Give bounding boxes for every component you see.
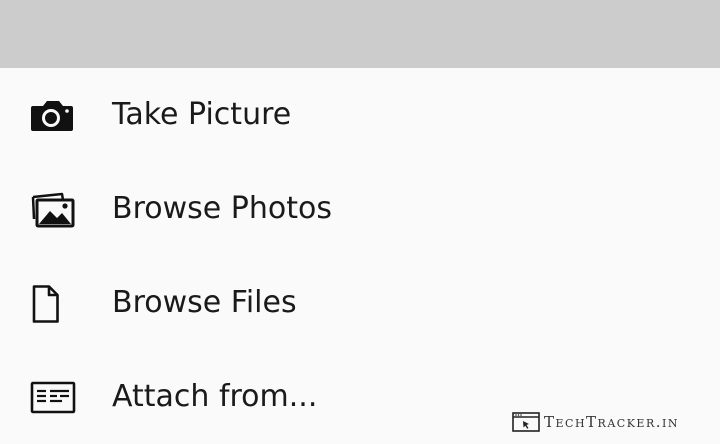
camera-icon (30, 97, 76, 135)
watermark: TechTracker.in (512, 410, 679, 434)
menu-item-label: Browse Files (112, 285, 297, 320)
attachment-bottom-sheet: Take Picture Browse Photos Browse Files (0, 68, 720, 442)
attach-card-icon (30, 379, 76, 417)
menu-item-label: Browse Photos (112, 191, 332, 226)
photos-icon (30, 191, 76, 229)
file-icon (30, 285, 76, 323)
menu-item-browse-photos[interactable]: Browse Photos (0, 162, 720, 256)
watermark-text: TechTracker.in (544, 413, 679, 431)
menu-item-browse-files[interactable]: Browse Files (0, 256, 720, 350)
techtracker-logo-icon (512, 411, 540, 433)
menu-item-label: Take Picture (112, 97, 292, 132)
menu-item-take-picture[interactable]: Take Picture (0, 68, 720, 162)
dimmed-background-bar (0, 0, 720, 68)
menu-item-label: Attach from... (112, 379, 318, 414)
